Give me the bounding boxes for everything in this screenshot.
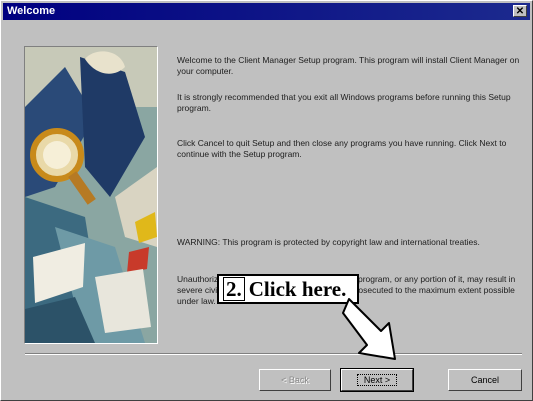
button-separator	[25, 353, 522, 355]
back-button[interactable]: < Back	[259, 369, 331, 391]
setup-illustration-icon	[25, 47, 157, 343]
setup-illustration	[24, 46, 158, 344]
close-icon[interactable]: ✕	[513, 5, 527, 17]
intro-paragraph: Welcome to the Client Manager Setup prog…	[177, 55, 520, 76]
recommend-paragraph: It is strongly recommended that you exit…	[177, 92, 511, 113]
callout-step-number: 2.	[223, 277, 245, 301]
next-button-label: Next >	[356, 374, 398, 386]
warning-paragraph: WARNING: This program is protected by co…	[177, 237, 480, 247]
callout-text: Click here.	[248, 277, 347, 301]
next-button[interactable]: Next >	[340, 368, 414, 392]
instructions-paragraph: Click Cancel to quit Setup and then clos…	[177, 138, 507, 159]
cancel-button[interactable]: Cancel	[448, 369, 522, 391]
title-bar[interactable]: Welcome ✕	[3, 3, 530, 20]
instruction-callout: 2. Click here.	[217, 274, 359, 304]
setup-dialog: Welcome ✕ Welcome to the Client Manager …	[0, 0, 533, 401]
pointer-arrow-icon	[342, 298, 396, 360]
window-title: Welcome	[7, 5, 56, 17]
